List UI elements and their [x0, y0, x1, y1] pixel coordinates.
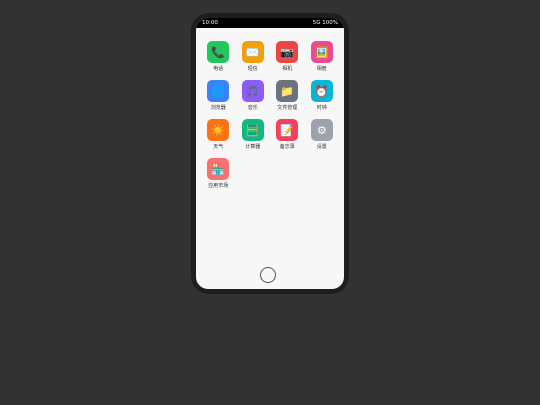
weather-icon: ☀️ — [207, 119, 230, 141]
app-app-store[interactable]: 🏪 应用市场 — [201, 158, 236, 197]
calculator-icon: 🧮 — [241, 119, 264, 141]
folder-icon: 📁 — [276, 80, 299, 102]
notes-icon: 📝 — [276, 119, 299, 141]
app-browser[interactable]: 🌐 浏览器 — [201, 80, 236, 119]
app-label: 天气 — [213, 144, 224, 150]
app-store-icon: 🏪 — [207, 158, 230, 180]
app-calculator[interactable]: 🧮 计算器 — [236, 119, 271, 158]
app-label: 时钟 — [316, 105, 327, 111]
app-label: 备忘录 — [279, 144, 295, 150]
clock-icon: ⏰ — [310, 80, 333, 102]
app-label: 电话 — [213, 66, 224, 72]
app-camera[interactable]: 📷 相机 — [270, 41, 305, 80]
app-gallery[interactable]: 🖼️ 相册 — [305, 41, 340, 80]
message-icon: ✉️ — [241, 41, 264, 63]
browser-icon: 🌐 — [207, 80, 230, 102]
status-time: 10:00 — [202, 20, 218, 26]
app-label: 设置 — [316, 144, 327, 150]
home-button[interactable] — [260, 267, 276, 283]
app-music[interactable]: 🎵 音乐 — [236, 80, 271, 119]
app-label: 短信 — [247, 66, 258, 72]
app-label: 相机 — [282, 66, 293, 72]
app-notes[interactable]: 📝 备忘录 — [270, 119, 305, 158]
app-label: 文件管理 — [277, 105, 298, 111]
app-label: 浏览器 — [210, 105, 226, 111]
app-phone[interactable]: 📞 电话 — [201, 41, 236, 80]
app-weather[interactable]: ☀️ 天气 — [201, 119, 236, 158]
status-network-battery: 5G 100% — [312, 20, 338, 26]
app-gear[interactable]: ⚙ 设置 — [305, 119, 340, 158]
app-label: 音乐 — [247, 105, 258, 111]
music-icon: 🎵 — [241, 80, 264, 102]
app-message[interactable]: ✉️ 短信 — [236, 41, 271, 80]
app-grid: 📞 电话 ✉️ 短信 📷 相机 🖼️ 相册 🌐 浏览器 🎵 音乐 📁 文件管理 ⏰ 时钟 ☀️ 天气 🧮 计算器 📝 备忘… — [201, 41, 339, 197]
camera-icon: 📷 — [276, 41, 299, 63]
app-label: 相册 — [316, 66, 327, 72]
phone-frame: 10:00 5G 100% 📞 电话 ✉️ 短信 📷 相机 🖼️ 相册 🌐 浏览器 🎵 音乐 📁 文件管理… — [191, 13, 349, 294]
app-label: 应用市场 — [208, 183, 229, 189]
phone-icon: 📞 — [207, 41, 230, 63]
gallery-icon: 🖼️ — [310, 41, 333, 63]
phone-screen: 10:00 5G 100% 📞 电话 ✉️ 短信 📷 相机 🖼️ 相册 🌐 浏览器 🎵 音乐 📁 文件管理… — [196, 18, 344, 289]
app-label: 计算器 — [245, 144, 261, 150]
app-folder[interactable]: 📁 文件管理 — [270, 80, 305, 119]
app-clock[interactable]: ⏰ 时钟 — [305, 80, 340, 119]
status-bar: 10:00 5G 100% — [196, 18, 344, 28]
gear-icon: ⚙ — [310, 119, 333, 141]
